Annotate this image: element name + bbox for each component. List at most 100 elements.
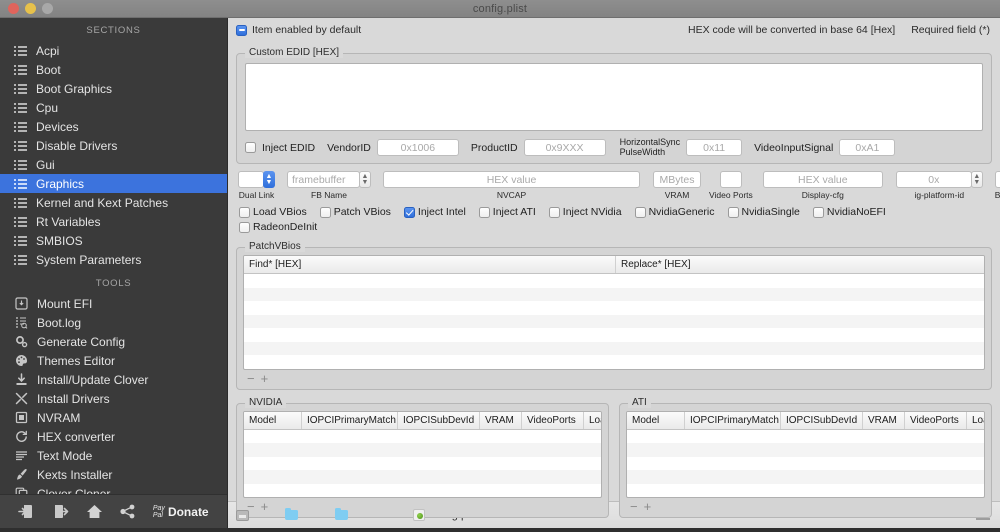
vendor-id-input[interactable]: 0x1006 — [376, 139, 459, 156]
table-column-header[interactable]: IOPCISubDevId — [781, 411, 863, 429]
table-row[interactable] — [244, 328, 984, 342]
sidebar-item-acpi[interactable]: Acpi — [0, 41, 227, 60]
table-row[interactable] — [244, 287, 984, 301]
checkbox-nvidianoefi[interactable]: NvidiaNoEFI — [812, 206, 886, 218]
patchvbios-table-body[interactable] — [244, 274, 984, 369]
table-row[interactable] — [244, 314, 984, 328]
table-column-header[interactable]: VRAM — [863, 411, 905, 429]
checkbox-load-vbios[interactable]: Load VBios — [239, 206, 307, 218]
sidebar-tool-boot-log[interactable]: Boot.log — [0, 313, 227, 332]
checkbox-box[interactable] — [319, 206, 331, 218]
table-row[interactable] — [244, 443, 601, 457]
nvidia-add-row-button[interactable]: + — [261, 500, 269, 513]
patchvbios-table[interactable]: Find* [HEX] Replace* [HEX] — [243, 255, 985, 370]
sidebar-tool-generate-config[interactable]: Generate Config — [0, 332, 227, 351]
checkbox-radeondeinit[interactable]: RadeonDeInit — [239, 221, 317, 233]
sidebar-tool-kexts-installer[interactable]: Kexts Installer — [0, 465, 227, 484]
fb-name-input[interactable]: framebuffer — [287, 171, 360, 188]
sidebar-item-smbios[interactable]: SMBIOS — [0, 231, 227, 250]
table-column-header[interactable]: Replace* [HEX] — [616, 256, 984, 273]
table-column-header[interactable]: LoadVBios — [967, 412, 984, 429]
table-column-header[interactable]: VideoPorts — [522, 411, 584, 429]
checkbox-inject-nvidia[interactable]: Inject NVidia — [548, 206, 622, 218]
checkbox-box[interactable] — [478, 206, 490, 218]
horizontal-sync-input[interactable]: 0x11 — [686, 139, 743, 156]
dual-link-input[interactable] — [238, 171, 264, 188]
table-column-header[interactable]: Find* [HEX] — [244, 256, 616, 273]
product-id-input[interactable]: 0x9XXX — [523, 139, 606, 156]
ati-table[interactable]: Model IOPCIPrimaryMatch IOPCISubDevId VRAM V… — [626, 410, 985, 498]
sidebar-tool-nvram[interactable]: NVRAM — [0, 408, 227, 427]
share-icon[interactable] — [119, 504, 136, 519]
table-row[interactable] — [627, 484, 984, 498]
table-row[interactable] — [627, 430, 984, 444]
table-column-header[interactable]: VideoPorts — [905, 411, 967, 429]
ig-platform-id-stepper[interactable]: ▲ ▼ — [970, 171, 983, 188]
checkbox-box[interactable] — [239, 206, 250, 218]
checkbox-inject-intel[interactable]: Inject Intel — [403, 206, 466, 218]
donate-button[interactable]: Pay Pal Donate — [153, 505, 209, 519]
sidebar-tool-hex-converter[interactable]: HEX converter — [0, 427, 227, 446]
checkbox-box[interactable] — [548, 206, 560, 218]
checkbox-box[interactable] — [634, 206, 646, 218]
table-column-header[interactable]: IOPCIPrimaryMatch — [302, 411, 398, 429]
sidebar-item-boot[interactable]: Boot — [0, 60, 227, 79]
patchvbios-add-row-button[interactable]: + — [261, 372, 269, 385]
table-column-header[interactable]: VRAM — [480, 411, 522, 429]
sidebar-item-cpu[interactable]: Cpu — [0, 98, 227, 117]
table-row[interactable] — [627, 470, 984, 484]
display-cfg-input[interactable]: HEX value — [762, 171, 883, 188]
table-row[interactable] — [244, 470, 601, 484]
table-column-header[interactable]: IOPCIPrimaryMatch — [685, 411, 781, 429]
table-row[interactable] — [244, 355, 984, 369]
sidebar-scroll[interactable]: SECTIONS Acpi Boot Boot Graphics Cpu Devices… — [0, 18, 227, 494]
nvidia-table[interactable]: Model IOPCIPrimaryMatch IOPCISubDevId VRAM V… — [243, 410, 602, 498]
table-column-header[interactable]: Model — [244, 411, 302, 429]
checkbox-patch-vbios[interactable]: Patch VBios — [319, 206, 391, 218]
sidebar-tool-install-drivers[interactable]: Install Drivers — [0, 389, 227, 408]
table-row[interactable] — [244, 301, 984, 315]
sidebar-item-system-parameters[interactable]: System Parameters — [0, 250, 227, 269]
ig-platform-id-input[interactable]: 0x — [895, 171, 972, 188]
sidebar-item-disable-drivers[interactable]: Disable Drivers — [0, 136, 227, 155]
dual-link-stepper[interactable]: ▲ ▼ — [263, 171, 275, 188]
table-row[interactable] — [244, 457, 601, 471]
table-row[interactable] — [244, 430, 601, 444]
sidebar-tool-themes-editor[interactable]: Themes Editor — [0, 351, 227, 370]
home-icon[interactable] — [86, 504, 103, 519]
nvidia-table-body[interactable] — [244, 430, 601, 498]
ati-add-row-button[interactable]: + — [644, 500, 652, 513]
table-column-header[interactable]: IOPCISubDevId — [398, 411, 480, 429]
ati-table-body[interactable] — [627, 430, 984, 498]
fb-name-stepper[interactable]: ▲ ▼ — [359, 171, 371, 188]
ati-remove-row-button[interactable]: − — [630, 500, 638, 513]
sidebar-item-kernel-and-kext-patches[interactable]: Kernel and Kext Patches — [0, 193, 227, 212]
sidebar-item-gui[interactable]: Gui — [0, 155, 227, 174]
sidebar-item-graphics[interactable]: Graphics — [0, 174, 227, 193]
import-icon[interactable] — [18, 504, 35, 519]
table-column-header[interactable]: LoadVBios — [584, 412, 601, 429]
video-ports-input[interactable] — [719, 171, 742, 188]
checkbox-box[interactable] — [239, 221, 250, 233]
item-enabled-checkbox[interactable] — [236, 24, 247, 36]
table-row[interactable] — [244, 484, 601, 498]
sidebar-tool-install-update-clover[interactable]: Install/Update Clover — [0, 370, 227, 389]
table-row[interactable] — [244, 341, 984, 355]
table-row[interactable] — [627, 443, 984, 457]
sidebar-item-devices[interactable]: Devices — [0, 117, 227, 136]
checkbox-nvidiasingle[interactable]: NvidiaSingle — [727, 206, 800, 218]
sidebar-item-boot-graphics[interactable]: Boot Graphics — [0, 79, 227, 98]
custom-edid-textarea[interactable] — [245, 63, 983, 131]
patchvbios-remove-row-button[interactable]: − — [247, 372, 255, 385]
boot-display-input[interactable] — [995, 171, 1000, 188]
inject-edid-checkbox[interactable] — [245, 142, 256, 153]
sidebar-tool-text-mode[interactable]: Text Mode — [0, 446, 227, 465]
checkbox-box[interactable] — [727, 206, 739, 218]
checkbox-nvidiageneric[interactable]: NvidiaGeneric — [634, 206, 715, 218]
checkbox-inject-ati[interactable]: Inject ATI — [478, 206, 536, 218]
export-icon[interactable] — [52, 504, 69, 519]
sidebar-item-rt-variables[interactable]: Rt Variables — [0, 212, 227, 231]
table-row[interactable] — [244, 274, 984, 288]
table-row[interactable] — [627, 457, 984, 471]
checkbox-box[interactable] — [403, 206, 415, 218]
